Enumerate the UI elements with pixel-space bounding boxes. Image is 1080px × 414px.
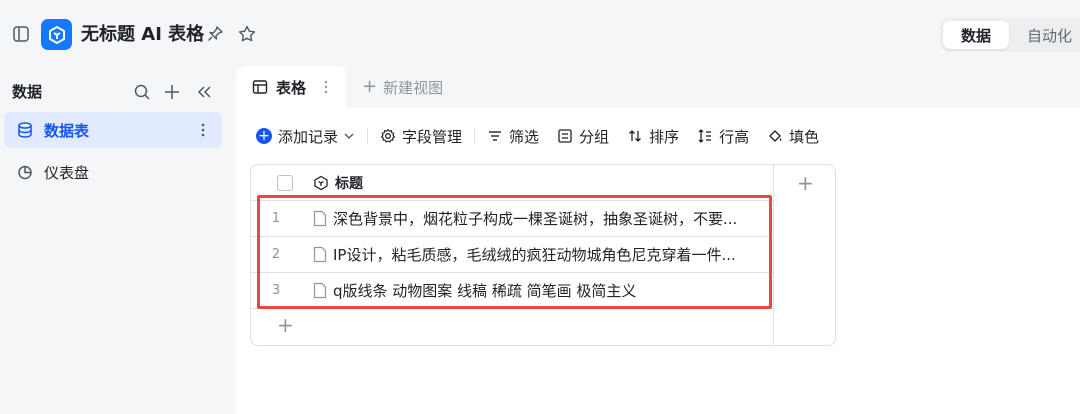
view-tabs-bar: 表格 + 新建视图 (236, 66, 1080, 108)
collapse-icon[interactable] (195, 83, 213, 101)
table-row[interactable]: 1 深色背景中，烟花粒子构成一棵圣诞树，抽象圣诞树，不要... (251, 201, 773, 237)
group-label: 分组 (579, 127, 610, 146)
row-number: 2 (271, 247, 281, 262)
add-field-button[interactable]: + (797, 173, 814, 193)
more-vertical-icon[interactable] (318, 78, 334, 96)
row-height-button[interactable]: 行高 (697, 126, 749, 147)
sort-icon (629, 130, 642, 142)
filter-label: 筛选 (509, 127, 540, 146)
row-height-label: 行高 (719, 127, 750, 146)
paint-bucket-icon (769, 130, 782, 142)
sort-label: 排序 (649, 127, 680, 146)
sidebar-item-dashboard[interactable]: 仪表盘 (4, 154, 222, 190)
grid-header-row: 标题 (251, 165, 773, 201)
add-record-label: 添加记录 (278, 127, 339, 146)
filter-button[interactable]: 筛选 (487, 126, 539, 147)
toolbar-divider (474, 128, 476, 144)
pin-icon[interactable] (206, 25, 224, 43)
chevron-down-icon (344, 133, 354, 139)
toolbar: + 添加记录 字段管理 筛选 分组 排序 行高 填色 (256, 124, 837, 148)
add-icon[interactable] (163, 83, 181, 101)
document-icon[interactable] (313, 282, 327, 299)
sidebar-item-label: 数据表 (44, 121, 90, 140)
sidebar: 数据 数据表 仪表盘 (0, 66, 236, 414)
mode-switch: 数据 自动化 (940, 18, 1080, 52)
base-logo-icon (41, 19, 72, 50)
primary-field-header[interactable]: 标题 (313, 173, 363, 193)
tab-label: 表格 (276, 78, 307, 97)
more-vertical-icon[interactable] (194, 121, 212, 139)
primary-field-label: 标题 (335, 176, 363, 192)
dashboard-icon (16, 163, 34, 181)
grid-table-icon (252, 79, 268, 95)
column-divider (773, 165, 774, 345)
add-record-button[interactable]: + 添加记录 (256, 126, 355, 147)
select-all-checkbox[interactable] (277, 175, 293, 191)
filter-icon (489, 131, 502, 141)
document-icon[interactable] (313, 246, 327, 263)
app-title[interactable]: 无标题 AI 表格 (81, 23, 204, 47)
sidebar-title: 数据 (12, 83, 43, 101)
star-icon[interactable] (237, 24, 257, 44)
title-cell[interactable]: q版线条 动物图案 线稿 稀疏 简笔画 极简主义 (333, 280, 763, 301)
add-row-button[interactable]: + (277, 315, 294, 335)
fill-color-button[interactable]: 填色 (767, 126, 819, 147)
new-view-label: 新建视图 (383, 78, 444, 97)
table-row[interactable]: 2 IP设计，粘毛质感，毛绒绒的疯狂动物城角色尼克穿着一件... (251, 237, 773, 273)
fill-label: 填色 (789, 127, 820, 146)
tab-grid-view[interactable]: 表格 (236, 66, 346, 108)
data-grid: 标题 + 1 深色背景中，烟花粒子构成一棵圣诞树，抽象圣诞树，不要... 2 I… (250, 164, 836, 346)
title-cell[interactable]: IP设计，粘毛质感，毛绒绒的疯狂动物城角色尼克穿着一件... (333, 244, 763, 265)
group-button[interactable]: 分组 (557, 126, 609, 147)
plus-icon: + (362, 76, 378, 97)
group-icon (558, 129, 572, 143)
database-icon (16, 121, 34, 139)
top-bar: 无标题 AI 表格 数据 自动化 (0, 0, 1080, 66)
add-circle-icon: + (256, 128, 272, 144)
sidebar-header: 数据 (12, 80, 222, 104)
row-number: 3 (271, 283, 281, 298)
sidebar-toggle-icon[interactable] (12, 25, 30, 43)
sidebar-item-data-table[interactable]: 数据表 (4, 112, 222, 148)
search-icon[interactable] (133, 83, 151, 101)
mode-tab-automation[interactable]: 自动化 (1009, 21, 1080, 49)
field-manage-label: 字段管理 (402, 127, 463, 146)
gear-icon (380, 128, 396, 143)
new-view-button[interactable]: + 新建视图 (362, 77, 443, 97)
main-content: 表格 + 新建视图 + 添加记录 字段管理 筛选 分组 排序 行高 填色 标题 … (236, 66, 1080, 414)
field-manage-button[interactable]: 字段管理 (380, 126, 462, 147)
table-row[interactable]: 3 q版线条 动物图案 线稿 稀疏 简笔画 极简主义 (251, 273, 773, 309)
row-height-icon (698, 129, 712, 143)
ai-field-icon (314, 175, 328, 191)
sidebar-item-label: 仪表盘 (44, 163, 90, 182)
sort-button[interactable]: 排序 (627, 126, 679, 147)
toolbar-divider (367, 128, 369, 144)
row-number: 1 (271, 211, 281, 226)
document-icon[interactable] (313, 210, 327, 227)
mode-tab-data[interactable]: 数据 (943, 21, 1010, 49)
title-cell[interactable]: 深色背景中，烟花粒子构成一棵圣诞树，抽象圣诞树，不要... (333, 208, 763, 229)
